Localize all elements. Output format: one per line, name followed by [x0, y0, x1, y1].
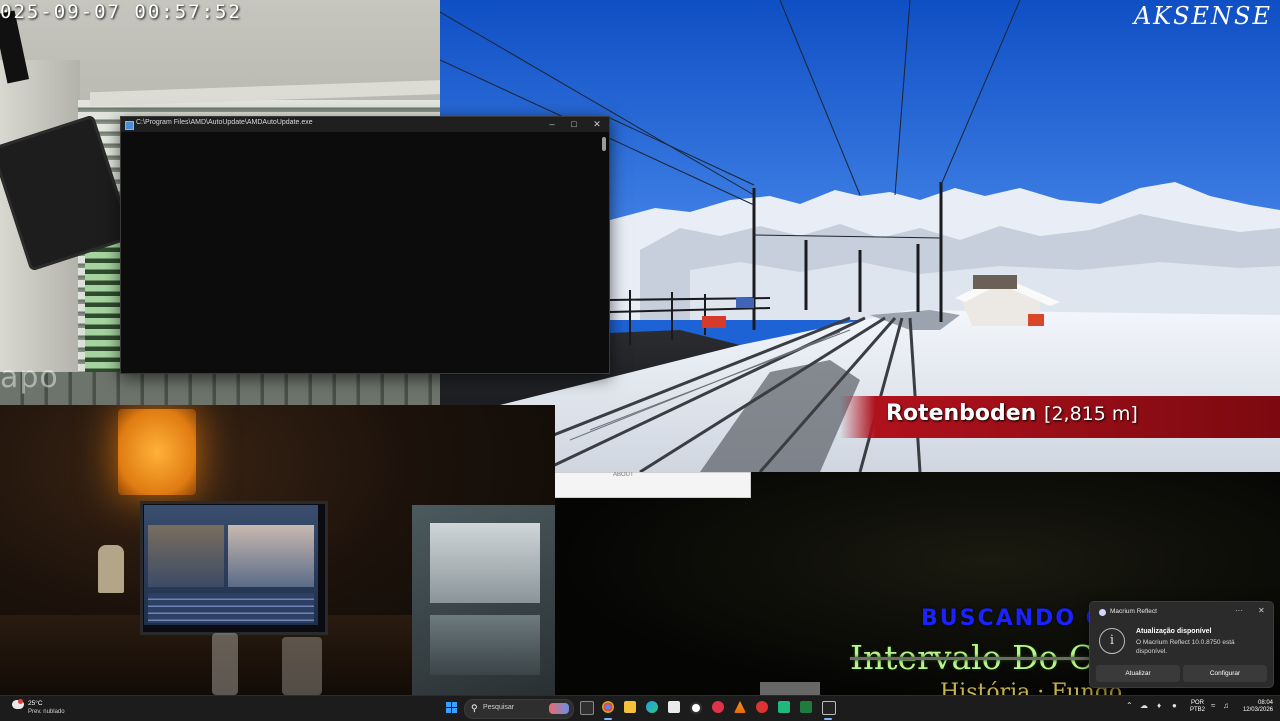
notification-app-name: Macrium Reflect — [1110, 608, 1157, 615]
second-monitor-content-lower — [430, 615, 540, 675]
store-icon[interactable] — [668, 701, 680, 713]
taskbar: 25°C Prev. nublado ⚲ Pesquisar ⌃ ☁ ♦ ● P… — [0, 695, 1280, 721]
browser-strip — [555, 472, 751, 498]
tray-overflow-icon[interactable]: ⌃ — [1126, 701, 1133, 710]
console-icon — [125, 121, 134, 130]
app-red-icon[interactable] — [756, 701, 768, 713]
more-options-button[interactable]: ··· — [1235, 606, 1243, 615]
camera-timestamp: 025-09-07 00:57:52 — [0, 1, 242, 23]
opera-icon[interactable] — [712, 701, 724, 713]
maximize-button[interactable]: □ — [563, 117, 585, 132]
start-button[interactable] — [446, 702, 458, 714]
window-titlebar[interactable]: C:\Program Files\AMD\AutoUpdate\AMDAutoU… — [121, 117, 609, 132]
cup — [212, 633, 238, 695]
update-button[interactable]: Atualizar — [1096, 665, 1180, 682]
browser-strip-text: ABOUT — [613, 472, 634, 478]
notification-close-button[interactable]: ✕ — [1258, 606, 1265, 615]
window-blinds-lit — [85, 230, 125, 380]
language-indicator[interactable]: POR PTB2 — [1190, 700, 1205, 714]
second-monitor-content — [430, 523, 540, 603]
pc-device — [760, 682, 820, 695]
room-camera-feed — [0, 405, 555, 695]
task-view-icon[interactable] — [580, 701, 594, 715]
weather-temp: 25°C — [28, 700, 43, 707]
configure-button[interactable]: Configurar — [1183, 665, 1267, 682]
volume-icon[interactable]: ♫ — [1223, 701, 1229, 710]
console-scrollbar[interactable] — [602, 137, 606, 151]
system-clock[interactable]: 08:04 12/03/2026 — [1237, 700, 1273, 714]
info-icon: i — [1099, 628, 1125, 654]
camera-watermark: apo — [0, 360, 59, 395]
close-icon: ✕ — [593, 119, 601, 129]
edge-icon[interactable] — [646, 701, 658, 713]
window-title: C:\Program Files\AMD\AutoUpdate\AMDAutoU… — [136, 119, 313, 126]
obs-icon[interactable] — [690, 702, 702, 714]
explorer-icon[interactable] — [624, 701, 636, 713]
language-line1: POR — [1191, 700, 1205, 706]
cup — [282, 637, 322, 695]
weather-condition: Prev. nublado — [28, 709, 65, 715]
intervalo-main: Intervalo Do Co — [850, 638, 1115, 677]
channel-logo: AKSENSE — [1133, 2, 1272, 30]
app-tool-icon[interactable] — [822, 701, 836, 715]
macrium-app-icon — [1099, 609, 1106, 616]
weather-alert-icon — [18, 699, 23, 704]
excel-icon[interactable] — [800, 701, 812, 713]
lamp — [118, 409, 196, 495]
language-line2: PTB2 — [1190, 707, 1206, 713]
onedrive-icon[interactable]: ☁ — [1140, 701, 1148, 710]
weather-widget[interactable]: 25°C Prev. nublado — [4, 696, 74, 721]
notification-heading: Atualização disponível — [1136, 628, 1212, 635]
mic-icon[interactable]: ● — [1172, 701, 1177, 710]
close-button[interactable]: ✕ — [586, 117, 608, 132]
chrome-icon[interactable] — [602, 701, 614, 713]
wifi-icon[interactable]: ≈ — [1211, 701, 1215, 710]
minimize-icon: – — [549, 119, 555, 129]
screen-chat — [148, 593, 314, 623]
screen-video-2 — [228, 525, 314, 587]
taskbar-search[interactable]: ⚲ Pesquisar — [464, 699, 574, 719]
minimize-button[interactable]: – — [541, 117, 563, 132]
search-placeholder: Pesquisar — [483, 704, 515, 711]
bluetooth-icon[interactable]: ♦ — [1157, 701, 1161, 710]
notification-body: O Macrium Reflect 10.0.8750 está disponí… — [1136, 639, 1235, 655]
app-teal-icon[interactable] — [778, 701, 790, 713]
screen-video-1 — [148, 525, 224, 587]
clock-time: 08:04 — [1257, 700, 1273, 706]
maximize-icon: □ — [571, 119, 577, 129]
search-highlight-icon — [549, 703, 569, 714]
station-altitude: [2,815 m] — [1044, 403, 1138, 425]
bottle — [98, 545, 124, 593]
vlc-icon[interactable] — [734, 701, 746, 713]
station-name: Rotenboden — [886, 401, 1037, 426]
search-icon: ⚲ — [471, 703, 478, 713]
update-notification[interactable]: Macrium Reflect ··· ✕ i Atualização disp… — [1089, 601, 1274, 688]
window-sill — [0, 372, 440, 405]
clock-date: 12/03/2026 — [1242, 707, 1273, 713]
amd-autoupdate-window[interactable]: C:\Program Files\AMD\AutoUpdate\AMDAutoU… — [120, 116, 610, 374]
station-label: Rotenboden [2,815 m] — [886, 401, 1138, 426]
